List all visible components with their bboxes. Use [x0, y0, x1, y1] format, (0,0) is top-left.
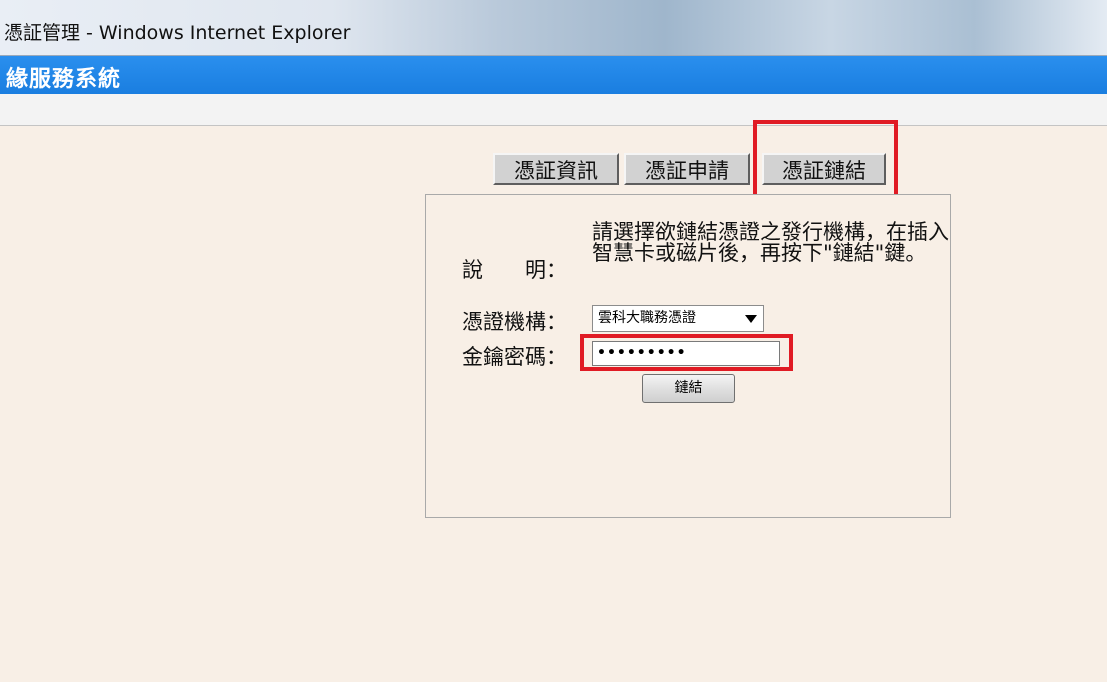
tab-certificate-info[interactable]: 憑証資訊 [493, 153, 619, 185]
description-text: 請選擇欲鏈結憑證之發行機構，在插入智慧卡或磁片後，再按下"鏈結"鍵。 [592, 220, 949, 265]
issuer-select[interactable]: 雲科大職務憑證 [592, 305, 764, 332]
issuer-label: 憑證機構： [462, 310, 567, 334]
system-header: 緣服務系統 [0, 56, 1107, 94]
window-title: 憑証管理 - Windows Internet Explorer [4, 22, 351, 44]
issuer-select-value: 雲科大職務憑證 [598, 310, 696, 326]
chevron-down-icon[interactable] [745, 315, 757, 323]
tab-certificate-apply[interactable]: 憑証申請 [624, 153, 750, 185]
password-label: 金鑰密碼： [462, 345, 567, 369]
menu-strip [0, 94, 1107, 126]
system-name: 緣服務系統 [6, 67, 122, 92]
highlight-box-password [580, 334, 793, 371]
window-titlebar: 憑証管理 - Windows Internet Explorer [0, 0, 1107, 56]
link-button[interactable]: 鏈結 [642, 374, 735, 403]
description-label: 說 明： [462, 258, 567, 282]
